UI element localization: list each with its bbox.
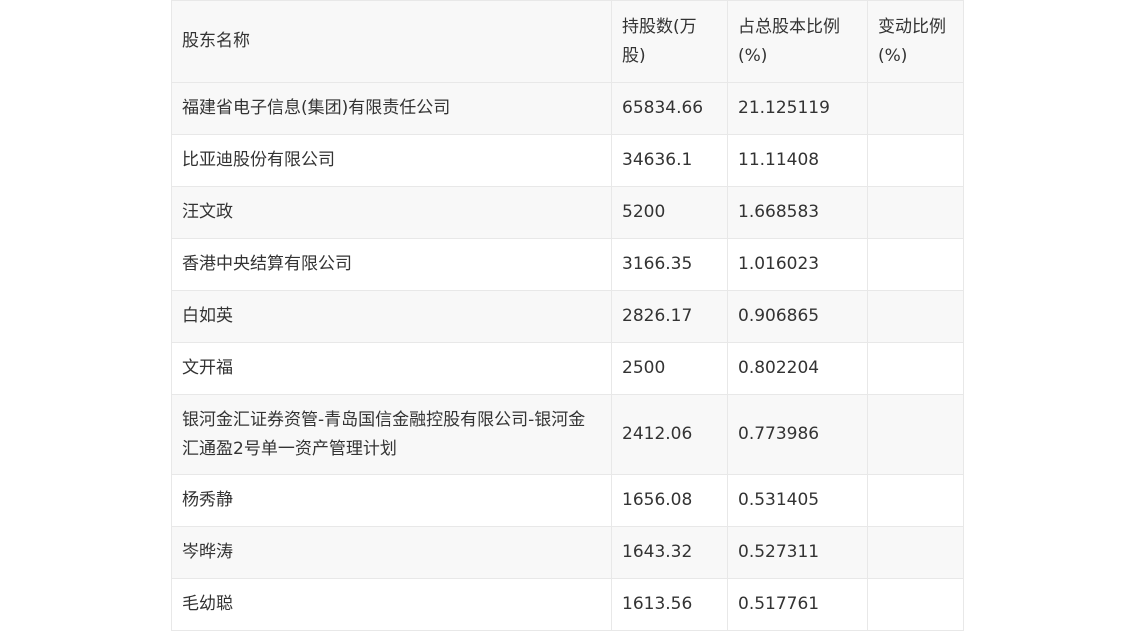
header-row: 股东名称 持股数(万股) 占总股本比例(%) 变动比例(%) [171, 0, 964, 83]
cell-ratio: 11.11408 [727, 134, 868, 187]
cell-change [867, 238, 964, 291]
cell-name: 毛幼聪 [171, 578, 612, 631]
cell-name: 银河金汇证券资管-青岛国信金融控股有限公司-银河金汇通盈2号单一资产管理计划 [171, 394, 612, 475]
table-row: 杨秀静 1656.08 0.531405 [171, 474, 964, 527]
table-row: 白如英 2826.17 0.906865 [171, 290, 964, 343]
header-ratio: 占总股本比例(%) [727, 0, 868, 83]
cell-shares: 5200 [611, 186, 728, 239]
cell-name: 杨秀静 [171, 474, 612, 527]
cell-change [867, 394, 964, 475]
cell-shares: 2500 [611, 342, 728, 395]
table-row: 香港中央结算有限公司 3166.35 1.016023 [171, 238, 964, 291]
table-body: 福建省电子信息(集团)有限责任公司 65834.66 21.125119 比亚迪… [171, 82, 964, 631]
cell-name: 汪文政 [171, 186, 612, 239]
cell-change [867, 578, 964, 631]
cell-name: 福建省电子信息(集团)有限责任公司 [171, 82, 612, 135]
cell-shares: 3166.35 [611, 238, 728, 291]
table-header: 股东名称 持股数(万股) 占总股本比例(%) 变动比例(%) [171, 0, 964, 83]
cell-change [867, 474, 964, 527]
header-shareholder-name: 股东名称 [171, 0, 612, 83]
cell-name: 白如英 [171, 290, 612, 343]
cell-ratio: 0.531405 [727, 474, 868, 527]
cell-shares: 2826.17 [611, 290, 728, 343]
cell-shares: 34636.1 [611, 134, 728, 187]
cell-ratio: 0.802204 [727, 342, 868, 395]
cell-shares: 1656.08 [611, 474, 728, 527]
cell-ratio: 0.906865 [727, 290, 868, 343]
table-row: 毛幼聪 1613.56 0.517761 [171, 578, 964, 631]
cell-ratio: 1.668583 [727, 186, 868, 239]
cell-ratio: 0.517761 [727, 578, 868, 631]
shareholder-table-container: 股东名称 持股数(万股) 占总股本比例(%) 变动比例(%) 福建省电子信息(集… [171, 0, 964, 631]
cell-shares: 1613.56 [611, 578, 728, 631]
header-change: 变动比例(%) [867, 0, 964, 83]
header-shares: 持股数(万股) [611, 0, 728, 83]
table-row: 岑晔涛 1643.32 0.527311 [171, 526, 964, 579]
cell-ratio: 0.527311 [727, 526, 868, 579]
cell-name: 香港中央结算有限公司 [171, 238, 612, 291]
cell-change [867, 290, 964, 343]
cell-name: 比亚迪股份有限公司 [171, 134, 612, 187]
table-row: 福建省电子信息(集团)有限责任公司 65834.66 21.125119 [171, 82, 964, 135]
cell-ratio: 21.125119 [727, 82, 868, 135]
cell-ratio: 1.016023 [727, 238, 868, 291]
cell-change [867, 342, 964, 395]
cell-change [867, 82, 964, 135]
cell-change [867, 526, 964, 579]
table-row: 银河金汇证券资管-青岛国信金融控股有限公司-银河金汇通盈2号单一资产管理计划 2… [171, 394, 964, 475]
cell-ratio: 0.773986 [727, 394, 868, 475]
cell-name: 岑晔涛 [171, 526, 612, 579]
table-row: 比亚迪股份有限公司 34636.1 11.11408 [171, 134, 964, 187]
cell-shares: 1643.32 [611, 526, 728, 579]
table-row: 汪文政 5200 1.668583 [171, 186, 964, 239]
cell-change [867, 134, 964, 187]
cell-change [867, 186, 964, 239]
cell-name: 文开福 [171, 342, 612, 395]
cell-shares: 2412.06 [611, 394, 728, 475]
cell-shares: 65834.66 [611, 82, 728, 135]
shareholder-table: 股东名称 持股数(万股) 占总股本比例(%) 变动比例(%) 福建省电子信息(集… [171, 0, 964, 631]
table-row: 文开福 2500 0.802204 [171, 342, 964, 395]
